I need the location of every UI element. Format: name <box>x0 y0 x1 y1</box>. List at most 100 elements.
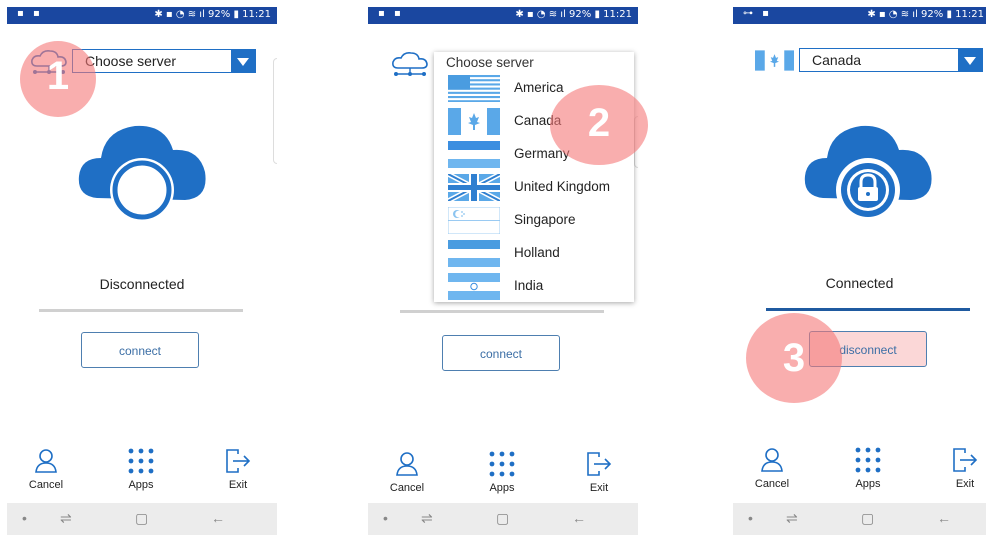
chevron-down-icon[interactable] <box>958 49 982 71</box>
apps-button[interactable]: Apps <box>838 447 898 490</box>
exit-icon <box>226 449 251 473</box>
server-select-value: Choose server <box>85 53 177 69</box>
android-nav-bar: • ⇌ ▢ ← <box>368 503 638 535</box>
step-marker: 1 <box>20 41 96 117</box>
exit-label: Exit <box>955 478 975 490</box>
cancel-label: Cancel <box>389 482 425 494</box>
india-flag-icon <box>448 273 500 300</box>
apps-grid-icon <box>489 451 515 477</box>
user-icon <box>761 448 783 472</box>
apps-label: Apps <box>855 478 881 490</box>
battery-icon: ▮ <box>946 9 952 20</box>
apps-button[interactable]: Apps <box>472 451 532 494</box>
battery-percent: 92% <box>569 9 592 20</box>
status-bar: ▪ ▪ ✱ ▪ ◔ ≋ ıl 92% ▮ 11:21 <box>368 7 638 24</box>
us-flag-icon <box>448 75 500 102</box>
apps-button[interactable]: Apps <box>111 448 171 491</box>
chevron-down-icon[interactable] <box>231 50 255 72</box>
exit-button[interactable]: Exit <box>569 451 629 494</box>
back-icon[interactable]: ← <box>572 510 586 526</box>
option-label: Singapore <box>514 212 576 227</box>
user-icon <box>396 452 418 476</box>
exit-label: Exit <box>228 479 248 491</box>
server-option-india[interactable]: India <box>434 270 634 303</box>
connection-status: Disconnected <box>99 276 185 292</box>
step-marker: 3 <box>746 313 842 403</box>
home-icon[interactable]: ▢ <box>861 510 874 527</box>
dot-icon[interactable]: • <box>383 510 388 526</box>
canada-flag-icon <box>448 108 500 135</box>
uk-flag-icon <box>448 174 500 201</box>
holland-flag-icon <box>448 240 500 267</box>
server-select-value: Canada <box>812 52 862 68</box>
option-label: America <box>514 80 564 95</box>
status-right: ✱ ▪ ◔ ≋ ıl 92% ▮ 11:21 <box>867 9 984 20</box>
status-right: ✱ ▪ ◔ ≋ ıl 92% ▮ 11:21 <box>515 9 632 20</box>
signal-icons: ✱ ▪ ◔ ≋ ıl <box>867 9 918 20</box>
recents-icon[interactable]: ⇌ <box>60 510 72 527</box>
apps-label: Apps <box>128 479 154 491</box>
option-label: United Kingdom <box>514 179 611 194</box>
server-option-holland[interactable]: Holland <box>434 237 634 270</box>
server-option-united-kingdom[interactable]: United Kingdom <box>434 171 634 204</box>
status-right: ✱ ▪ ◔ ≋ ıl 92% ▮ 11:21 <box>154 9 271 20</box>
cancel-label: Cancel <box>754 478 790 490</box>
status-line <box>766 308 970 311</box>
option-label: Holland <box>514 245 560 260</box>
notification-icons: ▪ ▪ <box>17 8 43 19</box>
apps-label: Apps <box>489 482 515 494</box>
exit-button[interactable]: Exit <box>208 448 268 491</box>
status-bar: ⊶ ▪ ✱ ▪ ◔ ≋ ıl 92% ▮ 11:21 <box>733 7 986 24</box>
cloud-disconnected-icon <box>78 125 206 222</box>
cancel-label: Cancel <box>28 479 64 491</box>
android-nav-bar: • ⇌ ▢ ← <box>733 503 986 535</box>
side-panel-edge <box>273 58 277 164</box>
germany-flag-icon <box>448 141 500 168</box>
connection-status: Connected <box>825 275 894 291</box>
back-icon[interactable]: ← <box>211 510 225 526</box>
server-select[interactable]: Canada <box>799 48 983 72</box>
clock: 11:21 <box>603 9 632 20</box>
cancel-button[interactable]: Cancel <box>742 447 802 490</box>
connect-button[interactable]: connect <box>442 335 560 371</box>
canada-flag-icon <box>755 50 794 71</box>
server-option-singapore[interactable]: Singapore <box>434 204 634 237</box>
battery-percent: 92% <box>208 9 231 20</box>
option-label: India <box>514 278 544 293</box>
dot-icon[interactable]: • <box>748 510 753 526</box>
status-line <box>39 309 243 312</box>
android-nav-bar: • ⇌ ▢ ← <box>7 503 277 535</box>
exit-icon <box>587 452 612 476</box>
cancel-button[interactable]: Cancel <box>16 448 76 491</box>
cloud-lock-icon <box>804 125 932 222</box>
server-select[interactable]: Choose server <box>72 49 256 73</box>
connect-button[interactable]: connect <box>81 332 199 368</box>
dropdown-title: Choose server <box>446 55 534 70</box>
recents-icon[interactable]: ⇌ <box>786 510 798 527</box>
clock: 11:21 <box>955 9 984 20</box>
singapore-flag-icon <box>448 207 500 234</box>
back-icon[interactable]: ← <box>937 510 951 526</box>
phone-screen-connected: ⊶ ▪ ✱ ▪ ◔ ≋ ıl 92% ▮ 11:21 Canada Connec… <box>733 0 986 535</box>
dot-icon[interactable]: • <box>22 510 27 526</box>
cancel-button[interactable]: Cancel <box>377 451 437 494</box>
apps-grid-icon <box>855 447 881 473</box>
clock: 11:21 <box>242 9 271 20</box>
status-line <box>400 310 604 313</box>
notification-icons: ▪ ▪ <box>378 8 404 19</box>
apps-grid-icon <box>128 448 154 474</box>
battery-icon: ▮ <box>233 9 239 20</box>
phone-screen-disconnected: ▪ ▪ ✱ ▪ ◔ ≋ ıl 92% ▮ 11:21 Choose server… <box>7 0 277 535</box>
notification-icons: ⊶ ▪ <box>743 8 772 19</box>
home-icon[interactable]: ▢ <box>135 510 148 527</box>
battery-icon: ▮ <box>594 9 600 20</box>
step-marker: 2 <box>550 85 648 165</box>
signal-icons: ✱ ▪ ◔ ≋ ıl <box>515 9 566 20</box>
recents-icon[interactable]: ⇌ <box>421 510 433 527</box>
user-icon <box>35 449 57 473</box>
exit-button[interactable]: Exit <box>935 447 986 490</box>
home-icon[interactable]: ▢ <box>496 510 509 527</box>
exit-label: Exit <box>589 482 609 494</box>
signal-icons: ✱ ▪ ◔ ≋ ıl <box>154 9 205 20</box>
battery-percent: 92% <box>921 9 944 20</box>
